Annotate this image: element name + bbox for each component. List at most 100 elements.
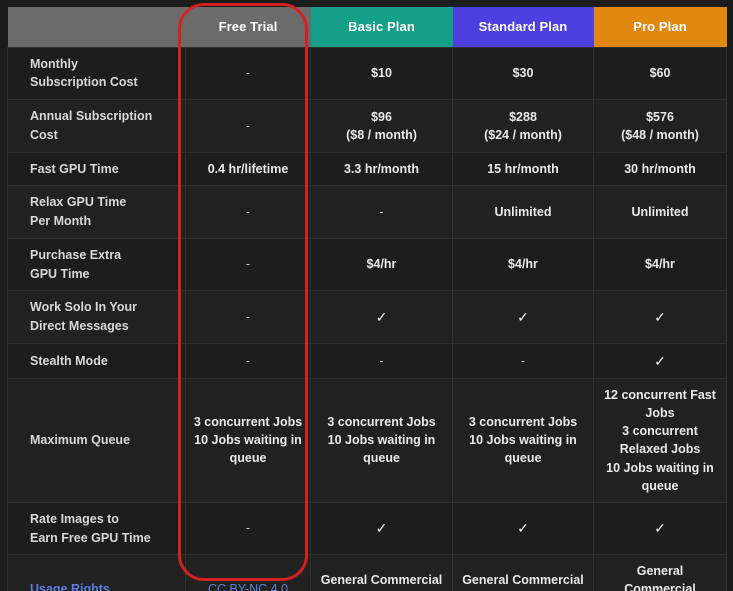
- cell-free-work-solo-in-your: -: [185, 290, 311, 344]
- cell-pro-maximum-queue: 12 concurrent Fast Jobs 3 concurrent Rela…: [593, 378, 727, 503]
- feature-label-monthly: Monthly Subscription Cost: [7, 46, 186, 100]
- cell-basic-monthly: $10: [310, 46, 453, 100]
- cell-free-purchase-extra: -: [185, 237, 311, 292]
- cell-text: General Commercial: [624, 564, 696, 591]
- cell-pro-purchase-extra: $4/hr: [593, 237, 727, 292]
- check-icon: ✓: [517, 308, 529, 325]
- table-header: Free Trial Basic Plan Standard Plan Pro …: [7, 7, 727, 47]
- cell-text: 3 concurrent Jobs: [327, 415, 436, 430]
- cell-text: $288: [509, 109, 537, 124]
- cell-free-annual-subscription: -: [185, 99, 311, 153]
- link-cc-by-nc-4-0[interactable]: CC BY-NC 4.0: [208, 582, 288, 591]
- header-cell-blank: [7, 7, 186, 47]
- cell-text: 10 Jobs waiting in queue: [194, 433, 302, 466]
- cell-basic-maximum-queue: 3 concurrent Jobs 10 Jobs waiting in queu…: [310, 378, 453, 503]
- cell-basic-relax-gpu-time: -: [310, 185, 453, 239]
- dash-marker: -: [245, 66, 251, 81]
- cell-text: 10 Jobs waiting in queue: [469, 433, 577, 466]
- feature-label-annual-subscription: Annual Subscription Cost: [7, 99, 186, 153]
- cell-basic-annual-subscription: $96 ($8 / month): [310, 99, 453, 153]
- cell-text: $4/hr: [508, 257, 538, 272]
- cell-text: Work Solo In Your: [30, 300, 137, 315]
- cell-free-stealth-mode: -: [185, 342, 311, 380]
- cell-text: ($48 / month): [621, 127, 699, 142]
- cell-standard-stealth-mode: -: [452, 342, 594, 380]
- cell-text: 15 hr/month: [487, 161, 559, 176]
- cell-text: Purchase Extra: [30, 247, 122, 262]
- pricing-table-page: Free Trial Basic Plan Standard Plan Pro …: [0, 0, 733, 591]
- header-row: Free Trial Basic Plan Standard Plan Pro …: [7, 7, 727, 47]
- cell-text: 3 concurrent Jobs: [468, 415, 578, 430]
- link-usage-rights[interactable]: Usage Rights: [30, 582, 110, 591]
- dash-marker: -: [245, 118, 251, 133]
- dash-marker: -: [520, 353, 526, 368]
- table-row: Fast GPU Time 0.4 hr/lifetime 3.3 hr/month…: [7, 151, 727, 187]
- feature-label-purchase-extra: Purchase Extra GPU Time: [7, 237, 186, 292]
- feature-label-relax-gpu-time: Relax GPU Time Per Month: [7, 185, 186, 239]
- dash-marker: -: [245, 257, 251, 272]
- table-row: Monthly Subscription Cost - $10 $30 $60: [7, 46, 727, 100]
- cell-text: General Commercial: [462, 573, 584, 588]
- cell-standard-annual-subscription: $288 ($24 / month): [452, 99, 594, 153]
- table-row: Annual Subscription Cost - $96 ($8 / month) $…: [7, 99, 727, 153]
- cell-text: $4/hr: [366, 257, 397, 272]
- feature-label-maximum-queue: Maximum Queue: [7, 378, 186, 503]
- cell-text: 0.4 hr/lifetime: [207, 161, 289, 176]
- cell-text: Per Month: [30, 214, 92, 228]
- header-cell-basic-plan[interactable]: Basic Plan: [310, 7, 453, 47]
- cell-free-relax-gpu-time: -: [185, 185, 311, 239]
- cell-pro-stealth-mode: ✓: [593, 342, 727, 380]
- cell-basic-fast-gpu-time: 3.3 hr/month: [310, 151, 453, 187]
- header-cell-free-trial[interactable]: Free Trial: [185, 7, 311, 47]
- cell-standard-work-solo-in-your: ✓: [452, 290, 594, 344]
- dash-marker: -: [379, 353, 384, 368]
- cell-standard-maximum-queue: 3 concurrent Jobs 10 Jobs waiting in queu…: [452, 378, 594, 503]
- cell-text: Unlimited: [631, 204, 689, 219]
- cell-text: 10 Jobs waiting in queue: [606, 460, 714, 493]
- dash-marker: -: [245, 204, 251, 219]
- cell-basic-purchase-extra: $4/hr: [310, 237, 453, 292]
- feature-label-usage-rights[interactable]: Usage Rights: [7, 554, 186, 591]
- cell-free-fast-gpu-time: 0.4 hr/lifetime: [185, 151, 311, 187]
- cell-text: 10 Jobs waiting in queue: [327, 433, 436, 466]
- cell-standard-purchase-extra: $4/hr: [452, 237, 594, 292]
- cell-text: Monthly: [30, 56, 78, 71]
- cell-text: 3 concurrent Relaxed Jobs: [619, 424, 701, 457]
- header-cell-pro-plan[interactable]: Pro Plan: [593, 7, 727, 47]
- table-row: Work Solo In Your Direct Messages - ✓ ✓ ✓: [7, 290, 727, 344]
- cell-text: 3 concurrent Jobs: [193, 415, 303, 430]
- cell-pro-usage-rights: General CommercialTerms*: [593, 554, 727, 591]
- cell-free-rate-images-to: -: [185, 501, 311, 556]
- cell-text: 30 hr/month: [624, 161, 696, 176]
- cell-pro-fast-gpu-time: 30 hr/month: [593, 151, 727, 187]
- cell-text: $4/hr: [645, 257, 675, 272]
- table-row: Maximum Queue 3 concurrent Jobs 10 Jobs wa…: [7, 378, 727, 503]
- header-cell-standard-plan[interactable]: Standard Plan: [452, 7, 594, 47]
- feature-label-rate-images-to: Rate Images to Earn Free GPU Time: [7, 501, 186, 556]
- check-icon: ✓: [517, 520, 529, 537]
- dash-marker: -: [245, 353, 251, 368]
- cell-text: $96: [371, 109, 392, 124]
- table-body: Monthly Subscription Cost - $10 $30 $60 Annual…: [7, 46, 727, 591]
- cell-standard-fast-gpu-time: 15 hr/month: [452, 151, 594, 187]
- cell-text: Unlimited: [494, 204, 552, 219]
- cell-text: ($8 / month): [346, 127, 417, 142]
- dash-marker: -: [379, 204, 384, 219]
- check-icon: ✓: [375, 308, 388, 325]
- table-row: Relax GPU Time Per Month - - Unlimited Unlimi…: [7, 185, 727, 239]
- cell-pro-monthly: $60: [593, 46, 727, 100]
- cell-text: 3.3 hr/month: [343, 161, 419, 176]
- cell-free-usage-rights[interactable]: CC BY-NC 4.0: [185, 554, 311, 591]
- cell-standard-usage-rights: General CommercialTerms*: [452, 554, 594, 591]
- check-icon: ✓: [375, 520, 388, 537]
- feature-label-stealth-mode: Stealth Mode: [7, 342, 186, 380]
- cell-text: General Commercial: [320, 573, 443, 588]
- cell-pro-annual-subscription: $576 ($48 / month): [593, 99, 727, 153]
- cell-standard-monthly: $30: [452, 46, 594, 100]
- cell-text: ($24 / month): [484, 127, 562, 142]
- cell-text: Direct Messages: [30, 319, 129, 333]
- cell-basic-stealth-mode: -: [310, 342, 453, 380]
- cell-pro-rate-images-to: ✓: [593, 501, 727, 556]
- cell-text: $60: [649, 66, 671, 81]
- cell-text: $576: [646, 109, 674, 124]
